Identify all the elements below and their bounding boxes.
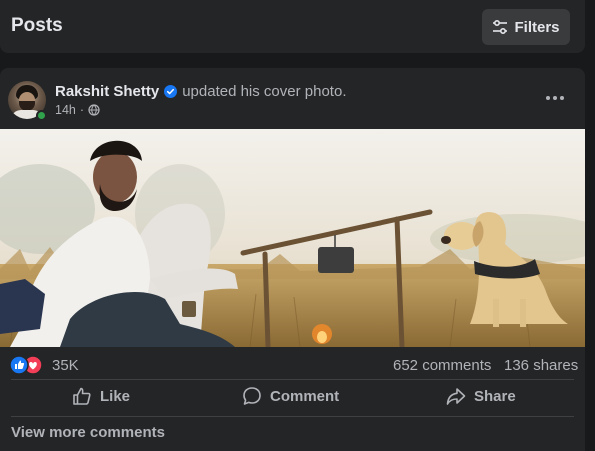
view-more-comments-link[interactable]: View more comments [11,424,165,441]
like-reaction-icon [9,355,29,375]
post-action-text: updated his cover photo. [182,83,347,100]
author-name[interactable]: Rakshit Shetty [55,83,159,100]
comment-icon [243,387,261,405]
reactions-row: 35K 652 comments 136 shares [0,355,585,375]
shares-count[interactable]: 136 shares [504,357,578,374]
online-status-dot [36,110,47,121]
posts-header: Posts Filters [0,0,585,53]
share-button[interactable]: Share [446,382,516,410]
filters-icon [493,19,508,35]
reaction-icons[interactable] [9,355,43,375]
share-icon [446,388,466,405]
reaction-count[interactable]: 35K [52,357,79,374]
meta-separator: · [79,103,85,117]
comment-button[interactable]: Comment [242,382,339,410]
more-icon [546,96,564,100]
post-card: Rakshit Shetty updated his cover photo. … [0,68,585,451]
verified-icon [164,85,178,98]
globe-icon [88,104,100,116]
divider [11,379,574,380]
like-label: Like [100,387,131,405]
like-button[interactable]: Like [72,382,130,410]
comments-count[interactable]: 652 comments [393,357,491,374]
filters-label: Filters [514,18,560,36]
more-options-button[interactable] [540,88,570,108]
page-title: Posts [11,15,63,36]
comment-label: Comment [270,387,340,405]
post-time[interactable]: 14h [55,103,76,117]
post-action-bar: Like Comment Share [0,382,585,410]
like-icon [73,387,91,405]
cover-photo[interactable] [0,129,585,347]
filters-button[interactable]: Filters [482,9,570,45]
share-label: Share [474,387,516,405]
post-meta: 14h · [55,103,100,117]
post-header-line: Rakshit Shetty updated his cover photo. [55,83,347,100]
divider [11,416,574,417]
